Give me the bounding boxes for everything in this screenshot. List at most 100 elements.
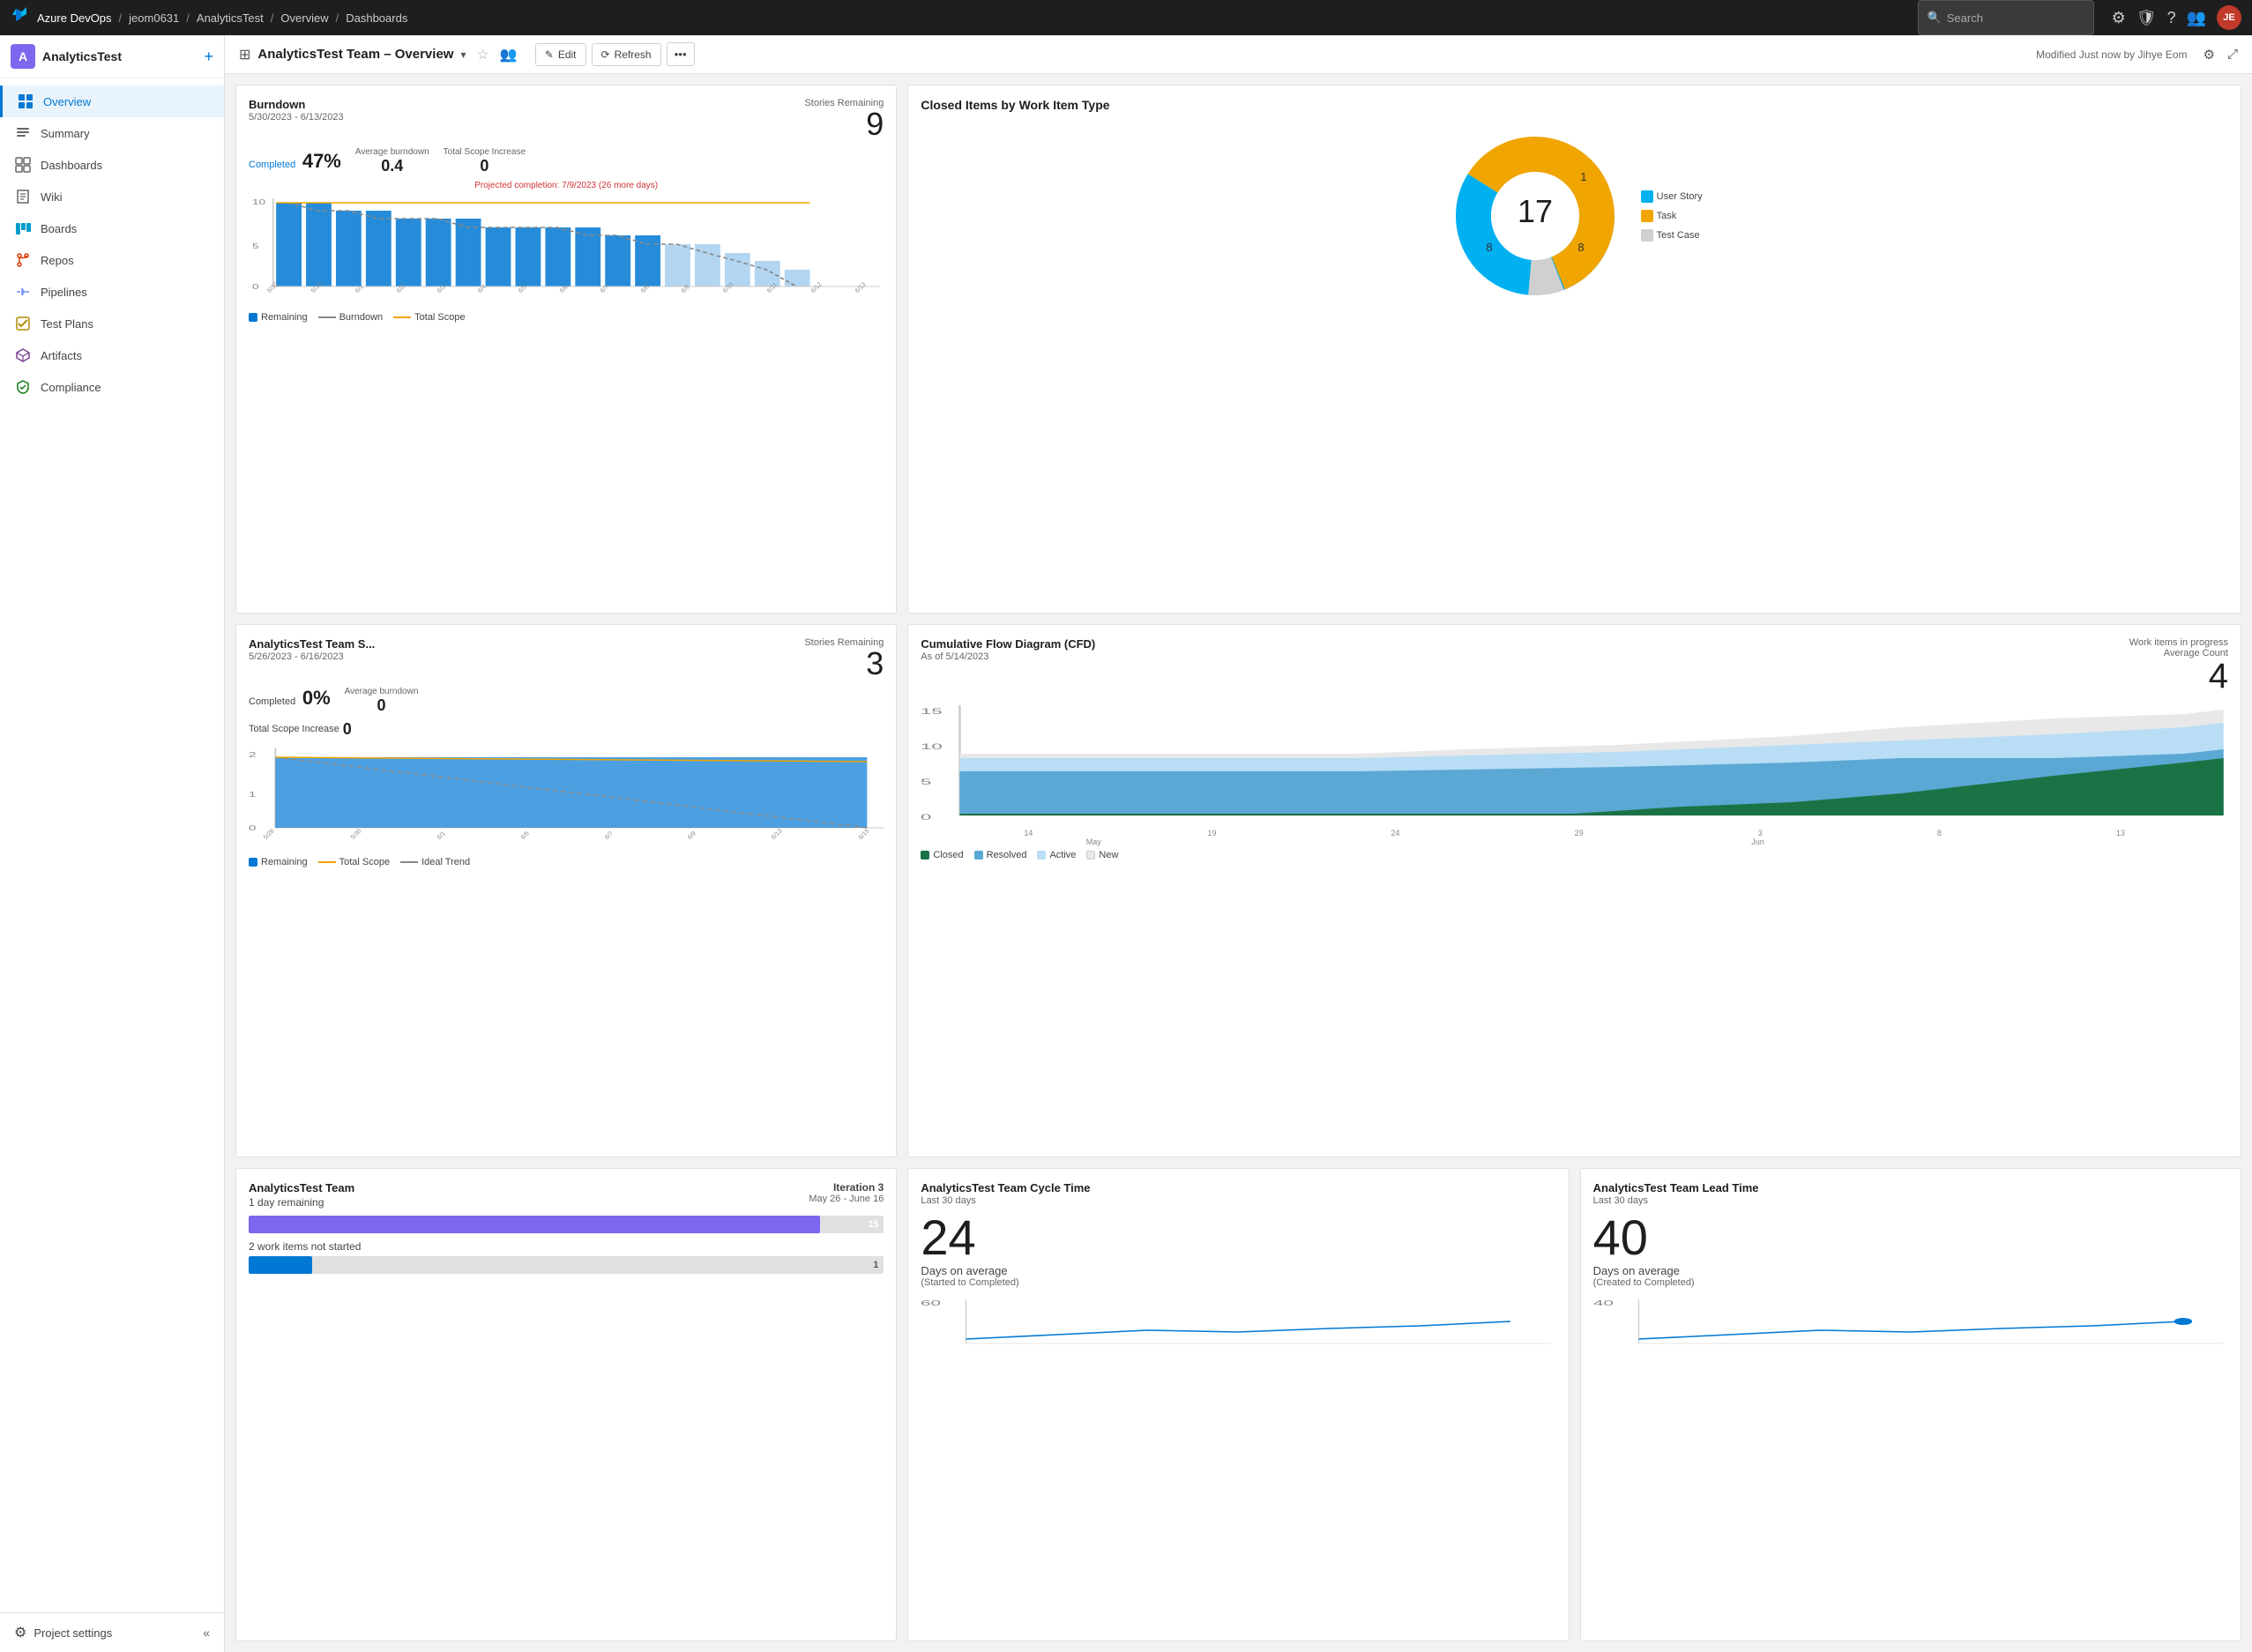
sprint-date: 5/26/2023 - 6/16/2023 [249, 651, 375, 662]
sidebar-item-overview[interactable]: Overview [0, 86, 224, 117]
sidebar-item-artifacts[interactable]: Artifacts [0, 339, 224, 371]
people-icon[interactable]: 👥 [2187, 9, 2206, 27]
iteration-title: AnalyticsTest Team [249, 1181, 354, 1194]
sprint-completed-label: Completed [249, 696, 295, 707]
sidebar-item-dashboards[interactable]: Dashboards [0, 149, 224, 181]
lead-time-widget: AnalyticsTest Team Lead Time Last 30 day… [1580, 1168, 2241, 1641]
add-project-button[interactable]: + [204, 48, 213, 66]
expand-icon[interactable]: ⤢ [2227, 47, 2238, 62]
sidebar-item-testplans[interactable]: Test Plans [0, 308, 224, 339]
search-box[interactable]: 🔍 [1918, 0, 2094, 35]
svg-text:1: 1 [249, 790, 257, 798]
nav-icons: ⚙ 🛡 ? 👥 JE [2112, 5, 2241, 30]
progress-section-1: 15 [249, 1216, 884, 1233]
breadcrumb-analytics[interactable]: AnalyticsTest [197, 11, 264, 25]
sprint-total-scope-label: Total Scope Increase [249, 724, 339, 734]
svg-text:0: 0 [249, 823, 257, 831]
cfd-chart: 15 10 5 0 [921, 701, 2228, 846]
project-settings-link[interactable]: ⚙ Project settings « [0, 1612, 224, 1652]
testplans-label: Test Plans [41, 317, 93, 331]
refresh-button[interactable]: ⟳ Refresh [592, 43, 661, 66]
sidebar-item-repos[interactable]: Repos [0, 244, 224, 276]
more-options-button[interactable]: ••• [667, 42, 695, 66]
cfd-subtitle: As of 5/14/2023 [921, 651, 1095, 662]
svg-text:8: 8 [1486, 241, 1492, 254]
compliance-icon [14, 378, 32, 396]
lead-desc: (Created to Completed) [1593, 1277, 2228, 1288]
sprint-stories-value: 3 [866, 648, 884, 680]
svg-text:10: 10 [252, 199, 265, 207]
progress-bar-2-value: 1 [873, 1260, 878, 1270]
edit-label: Edit [558, 48, 577, 61]
breadcrumb-sep1: / [119, 11, 123, 25]
cfd-avg-count-value: 4 [2209, 659, 2228, 694]
not-started-label: 2 work items not started [249, 1240, 884, 1253]
breadcrumb-project[interactable]: jeom0631 [129, 11, 179, 25]
shield-icon[interactable]: 🛡 [2136, 9, 2157, 27]
avatar[interactable]: JE [2217, 5, 2241, 30]
sprint-avg-value: 0 [377, 696, 386, 715]
donut-legend: User Story Task Test Case [1641, 190, 1703, 242]
testplans-icon [14, 315, 32, 332]
dashboard-grid: Burndown 5/30/2023 - 6/13/2023 Stories R… [225, 74, 2252, 1652]
sidebar-item-compliance[interactable]: Compliance [0, 371, 224, 403]
svg-text:15: 15 [921, 707, 943, 716]
progress-bar-1 [249, 1216, 820, 1233]
dashboards-label: Dashboards [41, 159, 102, 172]
progress-bar-2 [249, 1256, 312, 1274]
total-scope-label: Total Scope Increase [444, 147, 526, 157]
svg-text:40: 40 [1593, 1300, 1614, 1308]
sidebar-item-pipelines[interactable]: Pipelines [0, 276, 224, 308]
cycle-title: AnalyticsTest Team Cycle Time [921, 1181, 1090, 1194]
breadcrumb-sep2: / [186, 11, 190, 25]
sprint-burndown-widget: AnalyticsTest Team S... 5/26/2023 - 6/16… [235, 624, 897, 1158]
iteration-widget: AnalyticsTest Team 1 day remaining Itera… [235, 1168, 897, 1641]
people-group-icon[interactable]: 👥 [500, 46, 518, 63]
svg-text:0: 0 [252, 284, 259, 291]
cfd-widget: Cumulative Flow Diagram (CFD) As of 5/14… [907, 624, 2241, 1158]
refresh-label: Refresh [615, 48, 652, 61]
summary-icon [14, 124, 32, 142]
settings-icon[interactable]: ⚙ [2112, 9, 2126, 27]
help-icon[interactable]: ? [2167, 9, 2176, 27]
dashboards-icon [14, 156, 32, 174]
cfd-legend: Closed Resolved Active New [921, 850, 2228, 860]
sprint-avg-label: Average burndown [345, 687, 419, 696]
wiki-label: Wiki [41, 190, 63, 204]
dashboard-settings-icon[interactable]: ⚙ [2204, 47, 2215, 63]
cycle-desc: (Started to Completed) [921, 1277, 1555, 1288]
overview-icon [17, 93, 34, 110]
dashboard-header: ⊞ AnalyticsTest Team – Overview ▾ ☆ 👥 ✎ … [225, 35, 2252, 74]
edit-button[interactable]: ✎ Edit [535, 43, 586, 66]
svg-text:10: 10 [921, 742, 943, 751]
cycle-subtitle: Last 30 days [921, 1195, 1090, 1206]
lead-subtitle: Last 30 days [1593, 1195, 1759, 1206]
grid-icon: ⊞ [239, 46, 250, 63]
closed-items-widget: Closed Items by Work Item Type [907, 85, 2241, 614]
search-input[interactable] [1947, 11, 2084, 25]
completed-value: 47% [302, 150, 341, 172]
artifacts-label: Artifacts [41, 349, 82, 362]
stories-remaining-value: 9 [866, 108, 884, 140]
chevron-down-icon[interactable]: ▾ [460, 48, 466, 61]
sidebar-item-boards[interactable]: Boards [0, 212, 224, 244]
progress-section-2: 1 [249, 1256, 884, 1274]
breadcrumb-sep3: / [271, 11, 274, 25]
sidebar-header: A AnalyticsTest + [0, 35, 224, 78]
user-story-legend: User Story [1657, 191, 1703, 202]
sidebar-item-summary[interactable]: Summary [0, 117, 224, 149]
settings-gear-icon: ⚙ [14, 1624, 26, 1641]
org-name[interactable]: Azure DevOps [37, 11, 112, 25]
breadcrumb-overview[interactable]: Overview [280, 11, 328, 25]
sprint-chart: 2 1 0 5/26 5/30 [249, 744, 884, 843]
breadcrumb-dashboards[interactable]: Dashboards [346, 11, 407, 25]
iteration-day-remaining: 1 day remaining [249, 1196, 354, 1209]
boards-label: Boards [41, 222, 77, 235]
summary-label: Summary [41, 127, 90, 140]
svg-text:5: 5 [921, 778, 931, 786]
sidebar-item-wiki[interactable]: Wiki [0, 181, 224, 212]
collapse-button[interactable]: « [203, 1626, 210, 1640]
star-icon[interactable]: ☆ [477, 46, 489, 63]
burndown-chart: 10 5 0 [252, 194, 880, 296]
logo-icon [11, 5, 30, 30]
